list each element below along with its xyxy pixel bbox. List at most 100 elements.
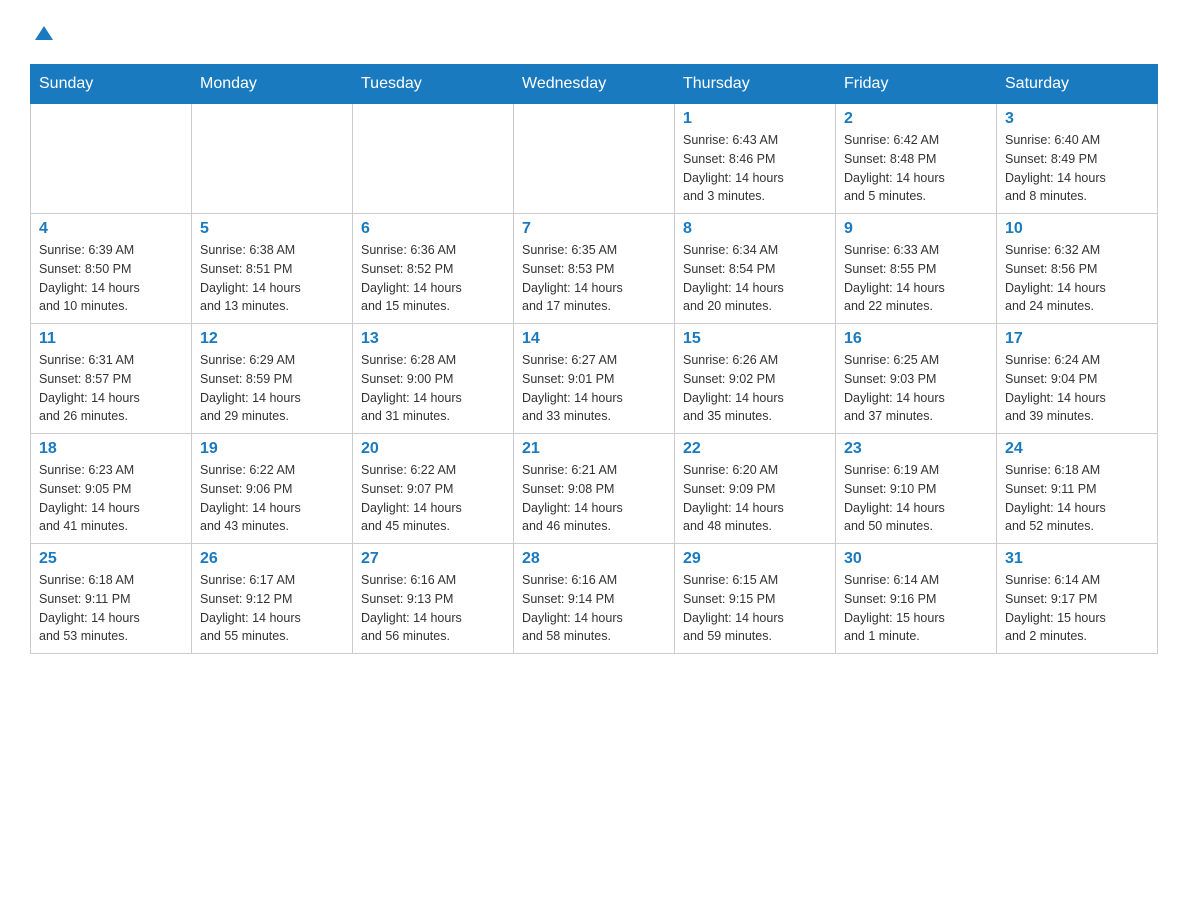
day-info: Sunrise: 6:14 AM Sunset: 9:16 PM Dayligh… <box>844 571 988 646</box>
calendar-cell: 5 Sunrise: 6:38 AM Sunset: 8:51 PM Daylig… <box>192 214 353 324</box>
calendar-cell: 9Sunrise: 6:33 AM Sunset: 8:55 PM Daylig… <box>836 214 997 324</box>
day-info: Sunrise: 6:19 AM Sunset: 9:10 PM Dayligh… <box>844 461 988 536</box>
calendar-cell: 22Sunrise: 6:20 AM Sunset: 9:09 PM Dayli… <box>675 434 836 544</box>
day-number: 17 <box>1005 330 1149 348</box>
day-info: Sunrise: 6:27 AM Sunset: 9:01 PM Dayligh… <box>522 351 666 426</box>
day-number: 18 <box>39 440 183 458</box>
day-number: 5 <box>200 220 344 238</box>
day-number: 2 <box>844 110 988 128</box>
day-info: Sunrise: 6:29 AM Sunset: 8:59 PM Dayligh… <box>200 351 344 426</box>
day-info: Sunrise: 6:15 AM Sunset: 9:15 PM Dayligh… <box>683 571 827 646</box>
calendar-cell: 27 Sunrise: 6:16 AM Sunset: 9:13 PM Dayli… <box>353 544 514 654</box>
calendar-header-thursday: Thursday <box>675 65 836 104</box>
day-info: Sunrise: 6:24 AM Sunset: 9:04 PM Dayligh… <box>1005 351 1149 426</box>
calendar-cell: 14Sunrise: 6:27 AM Sunset: 9:01 PM Dayli… <box>514 324 675 434</box>
calendar-cell: 4 Sunrise: 6:39 AM Sunset: 8:50 PM Daylig… <box>31 214 192 324</box>
calendar-week-row: 25 Sunrise: 6:18 AM Sunset: 9:11 PM Dayli… <box>31 544 1158 654</box>
calendar-header-tuesday: Tuesday <box>353 65 514 104</box>
calendar-cell: 29 Sunrise: 6:15 AM Sunset: 9:15 PM Dayli… <box>675 544 836 654</box>
day-info: Sunrise: 6:35 AM Sunset: 8:53 PM Dayligh… <box>522 241 666 316</box>
calendar-cell: 13Sunrise: 6:28 AM Sunset: 9:00 PM Dayli… <box>353 324 514 434</box>
calendar-cell: 7 Sunrise: 6:35 AM Sunset: 8:53 PM Daylig… <box>514 214 675 324</box>
day-number: 6 <box>361 220 505 238</box>
day-info: Sunrise: 6:42 AM Sunset: 8:48 PM Dayligh… <box>844 131 988 206</box>
day-number: 31 <box>1005 550 1149 568</box>
calendar-header-row: SundayMondayTuesdayWednesdayThursdayFrid… <box>31 65 1158 104</box>
logo-triangle-icon <box>33 22 55 44</box>
day-info: Sunrise: 6:16 AM Sunset: 9:13 PM Dayligh… <box>361 571 505 646</box>
calendar-cell: 6 Sunrise: 6:36 AM Sunset: 8:52 PM Daylig… <box>353 214 514 324</box>
calendar-header-monday: Monday <box>192 65 353 104</box>
calendar-week-row: 4 Sunrise: 6:39 AM Sunset: 8:50 PM Daylig… <box>31 214 1158 324</box>
day-info: Sunrise: 6:39 AM Sunset: 8:50 PM Dayligh… <box>39 241 183 316</box>
day-info: Sunrise: 6:25 AM Sunset: 9:03 PM Dayligh… <box>844 351 988 426</box>
day-info: Sunrise: 6:40 AM Sunset: 8:49 PM Dayligh… <box>1005 131 1149 206</box>
calendar-cell <box>31 104 192 214</box>
day-info: Sunrise: 6:22 AM Sunset: 9:06 PM Dayligh… <box>200 461 344 536</box>
day-info: Sunrise: 6:18 AM Sunset: 9:11 PM Dayligh… <box>39 571 183 646</box>
day-info: Sunrise: 6:34 AM Sunset: 8:54 PM Dayligh… <box>683 241 827 316</box>
calendar-cell: 11Sunrise: 6:31 AM Sunset: 8:57 PM Dayli… <box>31 324 192 434</box>
day-info: Sunrise: 6:23 AM Sunset: 9:05 PM Dayligh… <box>39 461 183 536</box>
calendar-cell <box>514 104 675 214</box>
day-number: 24 <box>1005 440 1149 458</box>
calendar-cell <box>192 104 353 214</box>
day-number: 25 <box>39 550 183 568</box>
header <box>30 20 1158 44</box>
day-number: 4 <box>39 220 183 238</box>
calendar-cell: 8 Sunrise: 6:34 AM Sunset: 8:54 PM Daylig… <box>675 214 836 324</box>
day-info: Sunrise: 6:38 AM Sunset: 8:51 PM Dayligh… <box>200 241 344 316</box>
calendar-cell: 16 Sunrise: 6:25 AM Sunset: 9:03 PM Dayli… <box>836 324 997 434</box>
day-number: 16 <box>844 330 988 348</box>
day-info: Sunrise: 6:22 AM Sunset: 9:07 PM Dayligh… <box>361 461 505 536</box>
calendar-week-row: 11Sunrise: 6:31 AM Sunset: 8:57 PM Dayli… <box>31 324 1158 434</box>
logo <box>30 20 55 44</box>
calendar-header-friday: Friday <box>836 65 997 104</box>
day-number: 3 <box>1005 110 1149 128</box>
day-number: 29 <box>683 550 827 568</box>
day-info: Sunrise: 6:28 AM Sunset: 9:00 PM Dayligh… <box>361 351 505 426</box>
calendar-cell: 15Sunrise: 6:26 AM Sunset: 9:02 PM Dayli… <box>675 324 836 434</box>
calendar-cell <box>353 104 514 214</box>
calendar-cell: 10 Sunrise: 6:32 AM Sunset: 8:56 PM Dayli… <box>997 214 1158 324</box>
calendar-cell: 18 Sunrise: 6:23 AM Sunset: 9:05 PM Dayli… <box>31 434 192 544</box>
calendar-cell: 1 Sunrise: 6:43 AM Sunset: 8:46 PM Daylig… <box>675 104 836 214</box>
calendar-cell: 31Sunrise: 6:14 AM Sunset: 9:17 PM Dayli… <box>997 544 1158 654</box>
day-number: 23 <box>844 440 988 458</box>
day-number: 7 <box>522 220 666 238</box>
day-number: 1 <box>683 110 827 128</box>
day-number: 26 <box>200 550 344 568</box>
day-info: Sunrise: 6:20 AM Sunset: 9:09 PM Dayligh… <box>683 461 827 536</box>
day-info: Sunrise: 6:43 AM Sunset: 8:46 PM Dayligh… <box>683 131 827 206</box>
day-info: Sunrise: 6:16 AM Sunset: 9:14 PM Dayligh… <box>522 571 666 646</box>
day-info: Sunrise: 6:21 AM Sunset: 9:08 PM Dayligh… <box>522 461 666 536</box>
day-info: Sunrise: 6:32 AM Sunset: 8:56 PM Dayligh… <box>1005 241 1149 316</box>
day-number: 27 <box>361 550 505 568</box>
calendar-cell: 30 Sunrise: 6:14 AM Sunset: 9:16 PM Dayli… <box>836 544 997 654</box>
calendar-cell: 12 Sunrise: 6:29 AM Sunset: 8:59 PM Dayli… <box>192 324 353 434</box>
calendar-header-saturday: Saturday <box>997 65 1158 104</box>
calendar-cell: 3 Sunrise: 6:40 AM Sunset: 8:49 PM Daylig… <box>997 104 1158 214</box>
day-number: 19 <box>200 440 344 458</box>
day-number: 20 <box>361 440 505 458</box>
calendar-cell: 17 Sunrise: 6:24 AM Sunset: 9:04 PM Dayli… <box>997 324 1158 434</box>
day-info: Sunrise: 6:17 AM Sunset: 9:12 PM Dayligh… <box>200 571 344 646</box>
calendar-week-row: 1 Sunrise: 6:43 AM Sunset: 8:46 PM Daylig… <box>31 104 1158 214</box>
day-number: 30 <box>844 550 988 568</box>
day-info: Sunrise: 6:31 AM Sunset: 8:57 PM Dayligh… <box>39 351 183 426</box>
day-number: 10 <box>1005 220 1149 238</box>
day-info: Sunrise: 6:36 AM Sunset: 8:52 PM Dayligh… <box>361 241 505 316</box>
calendar-cell: 26 Sunrise: 6:17 AM Sunset: 9:12 PM Dayli… <box>192 544 353 654</box>
calendar-table: SundayMondayTuesdayWednesdayThursdayFrid… <box>30 64 1158 654</box>
day-number: 8 <box>683 220 827 238</box>
calendar-cell: 2 Sunrise: 6:42 AM Sunset: 8:48 PM Daylig… <box>836 104 997 214</box>
calendar-cell: 28Sunrise: 6:16 AM Sunset: 9:14 PM Dayli… <box>514 544 675 654</box>
day-number: 12 <box>200 330 344 348</box>
day-info: Sunrise: 6:26 AM Sunset: 9:02 PM Dayligh… <box>683 351 827 426</box>
calendar-cell: 25 Sunrise: 6:18 AM Sunset: 9:11 PM Dayli… <box>31 544 192 654</box>
day-number: 21 <box>522 440 666 458</box>
calendar-cell: 19 Sunrise: 6:22 AM Sunset: 9:06 PM Dayli… <box>192 434 353 544</box>
day-info: Sunrise: 6:18 AM Sunset: 9:11 PM Dayligh… <box>1005 461 1149 536</box>
calendar-header-wednesday: Wednesday <box>514 65 675 104</box>
day-number: 9 <box>844 220 988 238</box>
